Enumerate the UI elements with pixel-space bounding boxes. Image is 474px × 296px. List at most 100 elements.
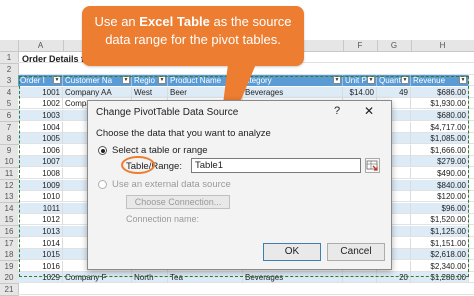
- table-header-cell[interactable]: Order I ▼: [18, 75, 63, 87]
- row-header[interactable]: 6: [0, 110, 19, 122]
- filter-dropdown-icon[interactable]: ▼: [367, 76, 375, 85]
- table-cell[interactable]: $1,280.00: [411, 272, 469, 284]
- row-header[interactable]: 11: [0, 168, 19, 180]
- table-cell[interactable]: Beverages: [243, 272, 343, 284]
- ok-button[interactable]: OK: [263, 243, 321, 261]
- filter-dropdown-icon[interactable]: ▼: [459, 76, 467, 85]
- table-cell[interactable]: $1,520.00: [411, 214, 469, 226]
- callout-text-bold: Excel Table: [139, 14, 210, 29]
- table-cell[interactable]: 1029: [18, 272, 63, 284]
- table-header-cell[interactable]: Product Name ▼: [168, 75, 243, 87]
- table-cell[interactable]: 1008: [18, 168, 63, 179]
- row-header[interactable]: 17: [0, 237, 19, 250]
- row-header[interactable]: 9: [0, 144, 19, 157]
- column-header-g[interactable]: G: [377, 40, 412, 51]
- table-cell[interactable]: 49: [377, 86, 411, 98]
- table-cell[interactable]: $490.00: [411, 168, 469, 179]
- table-cell[interactable]: $1,085.00: [411, 133, 469, 145]
- row-header[interactable]: 4: [0, 86, 19, 99]
- select-table-radio[interactable]: [98, 146, 107, 155]
- table-cell[interactable]: $1,666.00: [411, 144, 469, 156]
- row-header[interactable]: 21: [0, 284, 19, 296]
- row-header[interactable]: 15: [0, 214, 19, 227]
- table-cell[interactable]: $1,125.00: [411, 226, 469, 237]
- table-cell[interactable]: $279.00: [411, 156, 469, 168]
- table-header-cell[interactable]: Regio ▼: [132, 75, 168, 87]
- table-cell[interactable]: 1007: [18, 156, 63, 168]
- table-cell[interactable]: 1012: [18, 214, 63, 226]
- help-button[interactable]: ?: [334, 105, 340, 117]
- row-header[interactable]: 10: [0, 156, 19, 169]
- table-cell[interactable]: 1015: [18, 249, 63, 261]
- table-cell[interactable]: $4,717.00: [411, 121, 469, 133]
- row-header[interactable]: 8: [0, 133, 19, 146]
- filter-dropdown-icon[interactable]: ▼: [53, 76, 61, 85]
- table-range-input[interactable]: [191, 158, 361, 173]
- row-header[interactable]: 3: [0, 75, 19, 88]
- row-header[interactable]: 20: [0, 272, 19, 285]
- filter-dropdown-icon[interactable]: ▼: [122, 76, 130, 85]
- table-cell[interactable]: $14.00: [343, 86, 377, 98]
- table-cell[interactable]: $840.00: [411, 179, 469, 191]
- table-cell[interactable]: 20: [377, 272, 411, 284]
- table-header-cell[interactable]: ategory ▼: [243, 75, 343, 87]
- table-cell[interactable]: 1001: [18, 86, 63, 98]
- row-header[interactable]: 12: [0, 179, 19, 192]
- row-header[interactable]: 7: [0, 121, 19, 134]
- table-cell[interactable]: $1,151.00: [411, 237, 469, 249]
- select-all-corner[interactable]: [0, 40, 19, 51]
- collapse-dialog-button[interactable]: [365, 158, 380, 173]
- table-cell[interactable]: 1002: [18, 98, 63, 110]
- close-icon[interactable]: ✕: [364, 104, 374, 118]
- column-header-h[interactable]: H: [411, 40, 474, 51]
- select-table-label[interactable]: Select a table or range: [112, 145, 208, 156]
- table-cell[interactable]: North: [132, 272, 168, 284]
- external-source-label[interactable]: Use an external data source: [112, 179, 231, 190]
- row-header[interactable]: 16: [0, 226, 19, 238]
- table-cell[interactable]: Company AA: [63, 86, 132, 98]
- table-cell[interactable]: $2,340.00: [411, 260, 469, 272]
- table-header-cell[interactable]: Revenue ▼: [411, 75, 469, 87]
- table-header-cell[interactable]: Quantit ▼: [377, 75, 411, 87]
- table-cell[interactable]: 1013: [18, 226, 63, 237]
- choose-connection-button[interactable]: Choose Connection...: [126, 195, 230, 209]
- table-cell[interactable]: 1011: [18, 202, 63, 214]
- filter-dropdown-icon[interactable]: ▼: [401, 76, 409, 85]
- table-cell[interactable]: 1009: [18, 179, 63, 191]
- table-cell[interactable]: $2,618.00: [411, 249, 469, 261]
- table-cell[interactable]: Company F: [63, 272, 132, 284]
- table-cell[interactable]: 1014: [18, 237, 63, 249]
- table-cell[interactable]: Tea: [168, 272, 243, 284]
- filter-dropdown-icon[interactable]: ▼: [158, 76, 166, 85]
- table-cell[interactable]: $1,930.00: [411, 98, 469, 110]
- table-cell[interactable]: $680.00: [411, 110, 469, 121]
- column-header-a[interactable]: A: [18, 40, 64, 51]
- external-source-radio[interactable]: [98, 180, 107, 189]
- table-cell[interactable]: [343, 272, 377, 284]
- row-header[interactable]: 18: [0, 249, 19, 262]
- table-cell[interactable]: 1016: [18, 260, 63, 272]
- table-cell[interactable]: 1004: [18, 121, 63, 133]
- filter-dropdown-icon[interactable]: ▼: [333, 76, 341, 85]
- row-header[interactable]: 1: [0, 52, 19, 64]
- table-cell[interactable]: 1010: [18, 191, 63, 203]
- row-header[interactable]: 19: [0, 260, 19, 273]
- table-cell[interactable]: West: [132, 86, 168, 98]
- table-cell[interactable]: Beer: [168, 86, 243, 98]
- row-header[interactable]: 14: [0, 202, 19, 215]
- row-header[interactable]: 5: [0, 98, 19, 111]
- column-header-f[interactable]: F: [343, 40, 378, 51]
- table-cell[interactable]: $96.00: [411, 202, 469, 214]
- table-header-cell[interactable]: Unit Pric ▼: [343, 75, 377, 87]
- table-cell[interactable]: $686.00: [411, 86, 469, 98]
- row-header[interactable]: 2: [0, 63, 19, 76]
- table-cell[interactable]: Beverages: [243, 86, 343, 98]
- table-cell[interactable]: 1006: [18, 144, 63, 156]
- table-cell[interactable]: $120.00: [411, 191, 469, 203]
- cancel-button[interactable]: Cancel: [327, 243, 385, 261]
- table-header-cell[interactable]: Customer Na ▼: [63, 75, 132, 87]
- table-cell[interactable]: 1003: [18, 110, 63, 121]
- row-header[interactable]: 13: [0, 191, 19, 204]
- filter-dropdown-icon[interactable]: ▼: [233, 76, 241, 85]
- table-cell[interactable]: 1005: [18, 133, 63, 145]
